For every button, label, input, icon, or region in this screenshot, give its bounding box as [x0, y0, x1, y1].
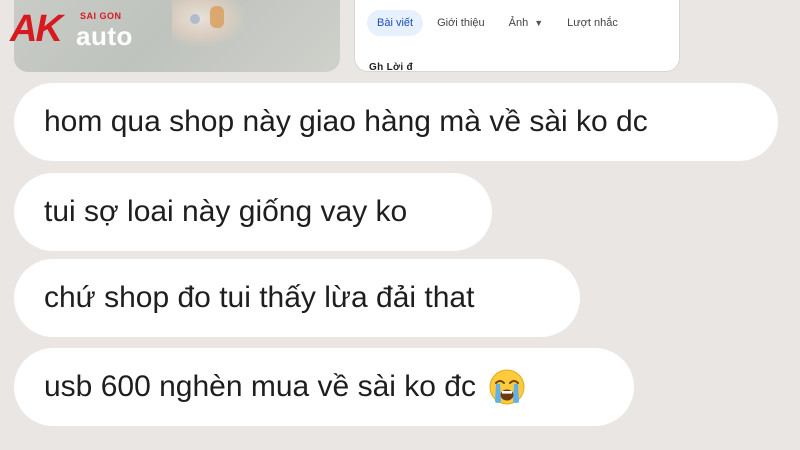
message-bubble[interactable]: tui sợ loai này giống vay ko [14, 173, 492, 251]
message-bubble[interactable]: usb 600 nghèn mua về sài ko đc [14, 348, 634, 426]
tab-label: Giới thiệu [437, 17, 485, 29]
message-bubble[interactable]: chứ shop đo tui thấy lừa đải that [14, 259, 580, 337]
tab-label: Lượt nhắc [567, 17, 618, 29]
message-text: chứ shop đo tui thấy lừa đải that [44, 281, 475, 314]
logo-ak-text: AK [10, 8, 63, 50]
tab-posts[interactable]: Bài viết [367, 10, 424, 36]
cut-off-text: Gh Lời đ [369, 62, 413, 72]
loudly-crying-face-icon [488, 368, 526, 406]
logo-auto-text: auto [76, 21, 133, 51]
tab-label: Bài viết [377, 17, 414, 29]
logo-saigon-text: SAI GON [80, 11, 122, 21]
product-photo-detail [190, 14, 200, 24]
caret-down-icon: ▼ [534, 18, 544, 28]
aksaigon-auto-logo: AK SAI GON auto [10, 8, 150, 50]
product-photo [172, 0, 244, 46]
product-photo-detail [210, 6, 224, 28]
shared-facebook-page-card[interactable]: Bài viết Giới thiệu Ảnh ▼ Lượt nhắc Gh L… [354, 0, 680, 72]
tab-photos[interactable]: Ảnh ▼ [499, 10, 554, 36]
message-text: tui sợ loai này giống vay ko [44, 195, 408, 228]
tab-mentions[interactable]: Lượt nhắc [557, 10, 628, 36]
message-text: hom qua shop này giao hàng mà về sài ko … [44, 105, 648, 138]
message-text: usb 600 nghèn mua về sài ko đc [44, 370, 476, 403]
tab-label: Ảnh [508, 17, 529, 29]
page-tabs: Bài viết Giới thiệu Ảnh ▼ Lượt nhắc [367, 8, 632, 38]
message-bubble[interactable]: hom qua shop này giao hàng mà về sài ko … [14, 83, 778, 161]
tab-about[interactable]: Giới thiệu [427, 10, 495, 36]
